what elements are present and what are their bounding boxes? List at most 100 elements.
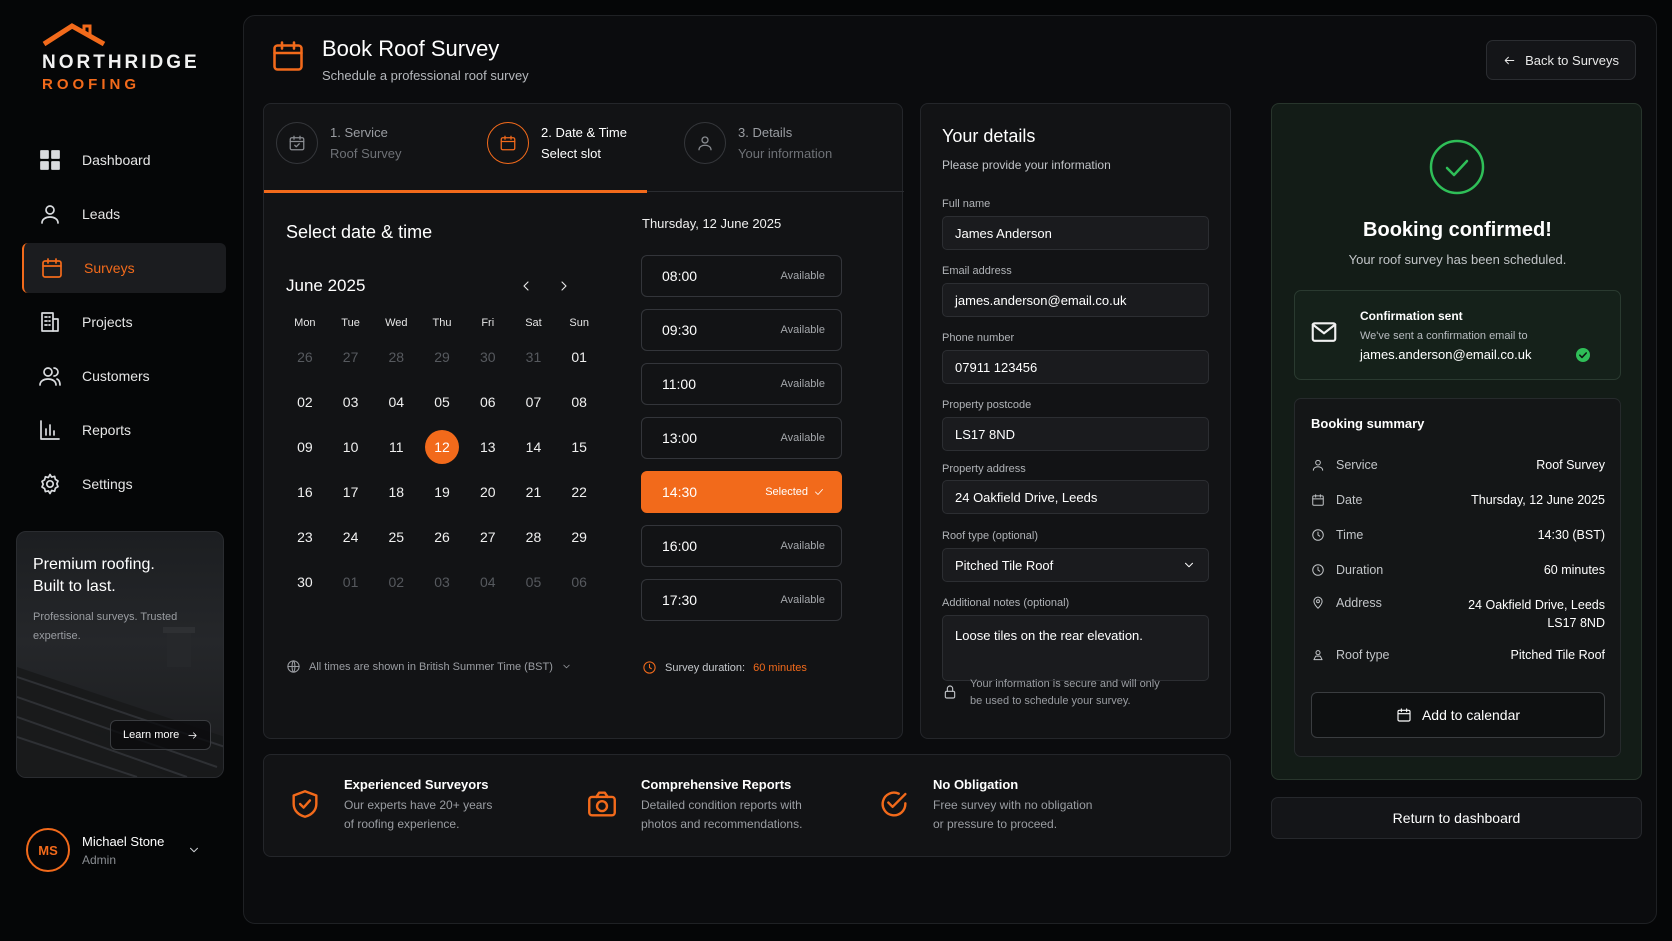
calendar-day[interactable]: 14	[511, 439, 557, 455]
calendar-day[interactable]: 02	[282, 394, 328, 410]
calendar-day[interactable]: 07	[511, 394, 557, 410]
sidebar-item-projects[interactable]: Projects	[22, 297, 226, 347]
step-date-time[interactable]: 2. Date & Time Select slot	[487, 122, 627, 164]
time-slot-list: 08:00 Available 09:30 Available 11:00 Availab…	[641, 255, 842, 633]
calendar-day[interactable]: 20	[465, 484, 511, 500]
time-slot[interactable]: 09:30 Available	[641, 309, 842, 351]
calendar-day[interactable]: 28	[511, 529, 557, 545]
calendar-day[interactable]: 18	[373, 484, 419, 500]
chevron-right-icon[interactable]	[556, 278, 572, 294]
calendar-day[interactable]: 24	[328, 529, 374, 545]
calendar-day[interactable]: 26	[419, 529, 465, 545]
calendar-day[interactable]: 30	[282, 574, 328, 590]
calendar-month: June 2025	[286, 276, 366, 295]
step-details[interactable]: 3. Details Your information	[684, 122, 832, 164]
calendar-day-number: 27	[479, 528, 496, 545]
details-card: Your details Please provide your informa…	[920, 103, 1231, 739]
calendar-day[interactable]: 10	[328, 439, 374, 455]
confirmation-sent-box: Confirmation sent We've sent a confirmat…	[1294, 290, 1621, 380]
calendar-day[interactable]: 05	[419, 394, 465, 410]
success-check-icon	[1429, 139, 1485, 195]
map-pin-icon	[1313, 596, 1323, 609]
calendar-day[interactable]: 09	[282, 439, 328, 455]
timezone-selector[interactable]: All times are shown in British Summer Ti…	[286, 659, 572, 674]
duration-value: 60 minutes	[753, 661, 807, 674]
calendar-day[interactable]: 13	[465, 439, 511, 455]
address-field[interactable]: 24 Oakfield Drive, Leeds	[942, 480, 1209, 514]
notes-textarea[interactable]: Loose tiles on the rear elevation.	[942, 615, 1209, 681]
roof-type-label: Roof type (optional)	[942, 530, 1038, 542]
time-slot-status-text: Available	[780, 324, 825, 336]
back-to-surveys-button[interactable]: Back to Surveys	[1486, 40, 1636, 80]
feature-text: No Obligation Free survey with no obliga…	[933, 777, 1103, 834]
roof-type-select[interactable]: Pitched Tile Roof	[942, 548, 1209, 582]
time-slot-status: Available	[781, 378, 825, 390]
calendar-day[interactable]: 19	[419, 484, 465, 500]
add-to-calendar-button[interactable]: Add to calendar	[1311, 692, 1605, 738]
calendar-day-number: 28	[525, 528, 542, 545]
feature-title: No Obligation	[933, 777, 1019, 792]
roof-logo-icon	[42, 23, 106, 47]
user-name: Michael Stone	[82, 833, 165, 849]
calendar-icon	[1397, 708, 1411, 722]
sidebar-item-customers[interactable]: Customers	[22, 351, 226, 401]
calendar-day[interactable]: 23	[282, 529, 328, 545]
calendar-day[interactable]: 27	[465, 529, 511, 545]
calendar-day-number: 03	[434, 573, 450, 590]
return-to-dashboard-button[interactable]: Return to dashboard	[1271, 797, 1642, 839]
postcode-field[interactable]: LS17 8ND	[942, 417, 1209, 451]
feature-line: Free survey with no obligation	[933, 798, 1093, 812]
calendar-day-number: 29	[434, 348, 450, 365]
calendar-day[interactable]: 17	[328, 484, 374, 500]
time-slot-status-text: Available	[780, 378, 825, 390]
calendar-day-number: 01	[342, 573, 359, 590]
building-icon	[41, 312, 59, 332]
calendar-day-number: 13	[479, 438, 496, 455]
calendar-day[interactable]: 25	[373, 529, 419, 545]
time-slot[interactable]: 16:00 Available	[641, 525, 842, 567]
time-slot[interactable]: 17:30 Available	[641, 579, 842, 621]
feature-text: Experienced Surveyors Our experts have 2…	[344, 777, 514, 834]
calendar-day[interactable]: 22	[556, 484, 602, 500]
calendar-day[interactable]: 04	[373, 394, 419, 410]
check-icon	[815, 489, 823, 495]
time-slot-time: 09:30	[662, 322, 698, 338]
sidebar-item-settings[interactable]: Settings	[22, 459, 226, 509]
learn-more-button[interactable]: Learn more	[110, 720, 212, 750]
calendar-day[interactable]: 01	[556, 349, 602, 365]
sidebar: NORTHRIDGE ROOFING Dashboard Leads Surve…	[0, 0, 240, 941]
calendar-day[interactable]: 11	[373, 439, 419, 455]
calendar-day[interactable]: 06	[465, 394, 511, 410]
calendar-day-selected[interactable]: 12	[419, 429, 465, 464]
sidebar-item-dashboard[interactable]: Dashboard	[22, 135, 226, 185]
calendar-week-row: 26 27 28 29 30 31 01	[282, 334, 602, 379]
sidebar-item-reports[interactable]: Reports	[22, 405, 226, 455]
time-slot-selected[interactable]: 14:30 Selected	[641, 471, 842, 513]
user-menu[interactable]: MS Michael Stone Admin	[26, 828, 206, 872]
brand-logo[interactable]: NORTHRIDGE ROOFING	[42, 22, 200, 93]
gear-icon	[41, 473, 59, 495]
sidebar-item-surveys[interactable]: Surveys	[22, 243, 226, 293]
calendar-day[interactable]: 29	[556, 529, 602, 545]
step-service[interactable]: 1. Service Roof Survey	[276, 122, 402, 164]
confirmation-sent-title: Confirmation sent	[1360, 309, 1463, 323]
calendar-day[interactable]: 03	[328, 394, 374, 410]
full-name-field[interactable]: James Anderson	[942, 216, 1209, 250]
calendar-day[interactable]: 15	[556, 439, 602, 455]
time-slot[interactable]: 11:00 Available	[641, 363, 842, 405]
calendar-day[interactable]: 16	[282, 484, 328, 500]
phone-field[interactable]: 07911 123456	[942, 350, 1209, 384]
calendar-day: 28	[373, 349, 419, 365]
calendar-day[interactable]: 08	[556, 394, 602, 410]
time-slot[interactable]: 08:00 Available	[641, 255, 842, 297]
sidebar-item-leads[interactable]: Leads	[22, 189, 226, 239]
privacy-line: be used to schedule your survey.	[970, 695, 1131, 707]
roof-tiles-image	[17, 627, 223, 777]
calendar-day[interactable]: 21	[511, 484, 557, 500]
chevron-left-icon[interactable]	[518, 278, 534, 294]
summary-key: Service	[1311, 456, 1378, 474]
calendar-day-number: 02	[388, 573, 405, 590]
time-slot[interactable]: 13:00 Available	[641, 417, 842, 459]
calendar-day-number: 17	[342, 483, 359, 500]
email-field[interactable]: james.anderson@email.co.uk	[942, 283, 1209, 317]
